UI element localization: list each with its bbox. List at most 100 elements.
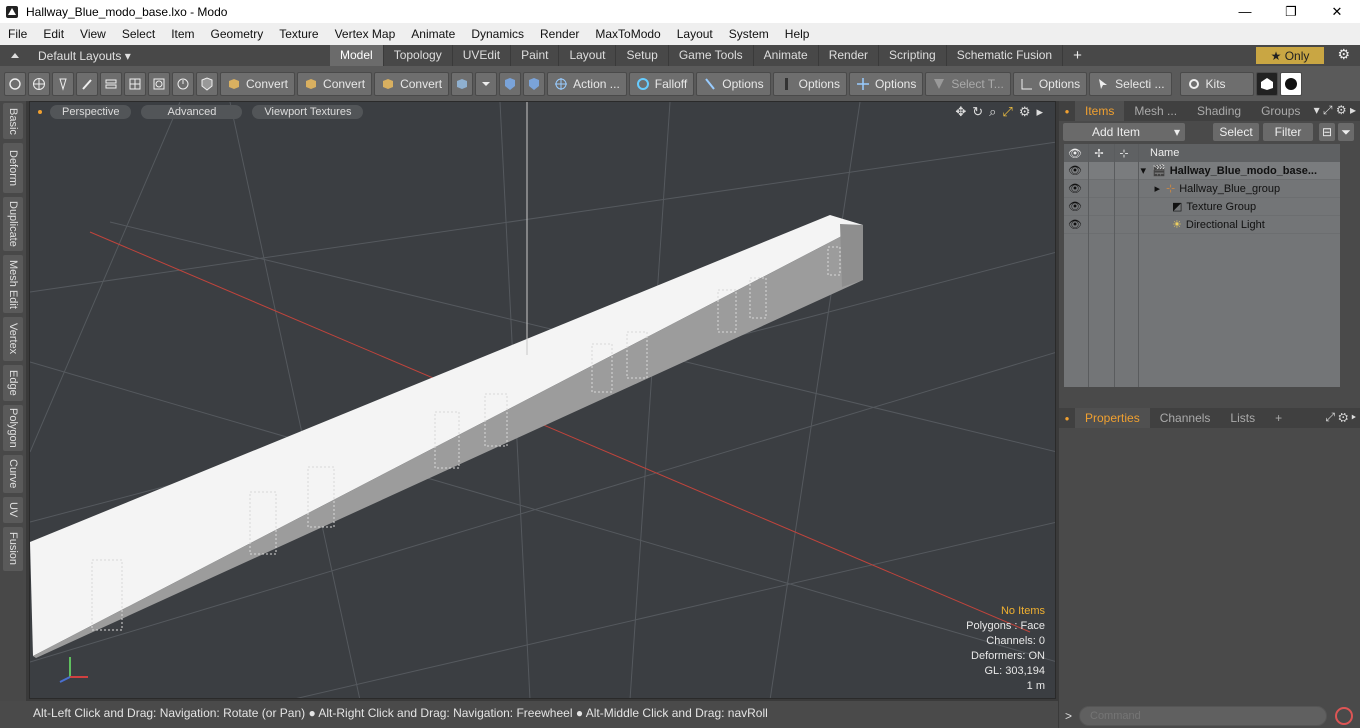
symmetry-icon[interactable] [499,71,522,96]
options-button-1[interactable]: Options [696,71,771,96]
default-layouts-dropdown[interactable]: Default Layouts ▾ [0,49,330,63]
frame-icon[interactable] [148,71,170,96]
tab-topology[interactable]: Topology [384,45,453,66]
menu-render[interactable]: Render [532,23,587,45]
unreal-icon[interactable] [1279,71,1302,96]
maximize-button[interactable]: ❐ [1268,0,1314,23]
command-input[interactable] [1079,705,1327,726]
tab-uv[interactable]: UV [3,497,23,523]
menu-file[interactable]: File [0,23,35,45]
expanded-arrow-icon[interactable]: ▾ [1086,164,1146,177]
menu-item[interactable]: Item [163,23,202,45]
kits-button[interactable]: Kits [1179,71,1254,96]
options-button-3[interactable]: Options [848,71,924,96]
zoom-icon[interactable]: ⌕ [989,104,996,120]
close-button[interactable]: ✕ [1314,0,1360,23]
tab-properties[interactable]: Properties [1075,408,1150,428]
add-tab-button[interactable]: + [1063,47,1092,64]
tab-uvedit[interactable]: UVEdit [453,45,512,66]
falloff-button[interactable]: Falloff [628,71,695,96]
tab-vertex[interactable]: Vertex [3,317,23,361]
name-column-header[interactable]: Name [1150,147,1179,159]
tab-schematic-fusion[interactable]: Schematic Fusion [947,45,1064,66]
visibility-eye-icon[interactable]: 👁 [1064,200,1086,213]
tab-game-tools[interactable]: Game Tools [669,45,754,66]
funnel-icon[interactable]: ⏷ [1338,123,1354,141]
menu-maxtomodo[interactable]: MaxToModo [587,23,668,45]
add-item-button[interactable]: Add Item ▾ [1063,123,1185,141]
menu-layout[interactable]: Layout [669,23,721,45]
convert-button-3[interactable]: Convert [374,71,450,96]
menu-help[interactable]: Help [777,23,818,45]
menu-animate[interactable]: Animate [403,23,463,45]
options-button-2[interactable]: Options [772,71,847,96]
shield-icon[interactable] [196,71,218,96]
brush-icon[interactable] [76,71,98,96]
grid-icon[interactable] [124,71,146,96]
perspective-button[interactable]: Perspective [50,105,132,119]
select-through-button[interactable]: Select T... [925,71,1011,96]
tab-items[interactable]: Items [1075,101,1125,121]
gear-icon[interactable]: ⚙ [1337,46,1350,63]
tree-row-scene[interactable]: 👁 ▾ 🎬 Hallway_Blue_modo_base... [1064,162,1340,180]
selection-button[interactable]: Selecti ... [1089,71,1172,96]
tab-mesh-edit[interactable]: Mesh Edit [3,255,23,313]
clock-icon[interactable] [172,71,194,96]
menu-vertex-map[interactable]: Vertex Map [327,23,404,45]
menu-view[interactable]: View [72,23,114,45]
convert-button-2[interactable]: Convert [297,71,373,96]
tab-channels[interactable]: Channels [1150,408,1221,428]
tab-lists[interactable]: Lists [1220,408,1265,428]
collapsed-arrow-icon[interactable]: ▸ [1086,182,1160,195]
menu-system[interactable]: System [721,23,777,45]
pen-icon[interactable] [52,71,74,96]
menu-texture[interactable]: Texture [271,23,326,45]
menu-dynamics[interactable]: Dynamics [463,23,532,45]
tree-row-group[interactable]: 👁 ▸ ⊹ Hallway_Blue_group [1064,180,1340,198]
convert-button-1[interactable]: Convert [220,71,296,96]
tab-setup[interactable]: Setup [616,45,669,66]
tab-polygon[interactable]: Polygon [3,405,23,451]
tree-row-texture-group[interactable]: 👁 ◩ Texture Group [1064,198,1340,216]
panel-menu-dot[interactable]: ● [1059,414,1075,423]
menu-select[interactable]: Select [114,23,163,45]
tab-deform[interactable]: Deform [3,143,23,193]
filter-button[interactable]: Filter [1263,123,1313,141]
settings-icon[interactable]: ⚙ [1019,104,1031,120]
tree-scrollbar[interactable] [1341,144,1355,387]
expand-icon[interactable]: ▸ [1036,104,1043,120]
advanced-button[interactable]: Advanced [141,105,243,119]
tab-duplicate[interactable]: Duplicate [3,197,23,251]
tab-fusion[interactable]: Fusion [3,527,23,571]
chevron-down-icon[interactable] [475,71,498,96]
vertex-select-icon[interactable] [4,71,26,96]
align-icon[interactable] [100,71,122,96]
layout-switch-icon[interactable] [10,51,20,61]
viewport-textures-button[interactable]: Viewport Textures [252,105,364,119]
record-icon[interactable] [1335,706,1353,725]
tab-groups[interactable]: Groups [1251,101,1310,121]
tab-render[interactable]: Render [819,45,880,66]
tab-edge[interactable]: Edge [3,365,23,401]
viewport-menu-dot[interactable] [38,110,42,114]
fit-icon[interactable]: ⤢ [1002,104,1012,120]
only-toggle[interactable]: ★ Only [1256,47,1324,64]
tab-shading[interactable]: Shading [1187,101,1251,121]
options-button-4[interactable]: Options [1012,71,1088,96]
unity-icon[interactable] [1255,71,1278,96]
visibility-eye-icon[interactable]: 👁 [1064,182,1086,195]
snap-icon[interactable] [523,71,546,96]
menu-edit[interactable]: Edit [35,23,72,45]
tab-model[interactable]: Model [330,45,384,66]
visibility-eye-icon[interactable]: 👁 [1064,218,1086,231]
panel-menu-dot[interactable]: ● [1059,107,1075,116]
rotate-icon[interactable]: ↻ [972,104,983,120]
tab-mesh[interactable]: Mesh ... [1124,101,1187,121]
tab-paint[interactable]: Paint [511,45,560,66]
action-center-button[interactable]: Action ... [547,71,627,96]
panel-tools-icon[interactable]: ▾ ⤢ ⚙ ▸ [1314,103,1356,118]
3d-viewport[interactable]: Perspective Advanced Viewport Textures ✥… [29,101,1056,699]
tree-row-light[interactable]: 👁 ☀ Directional Light [1064,216,1340,234]
tab-curve[interactable]: Curve [3,455,23,493]
minimize-button[interactable]: — [1222,0,1268,23]
